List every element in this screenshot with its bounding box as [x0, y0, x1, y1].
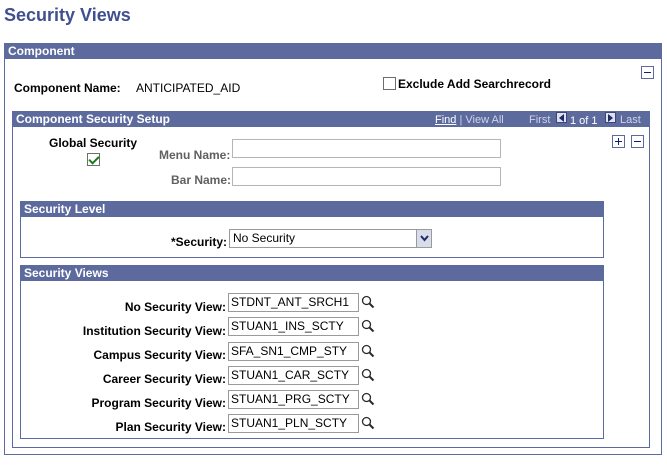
- minus-icon: [634, 141, 641, 142]
- exclude-add-searchrecord-label: Exclude Add Searchrecord: [398, 77, 551, 91]
- security-label: *Security:: [171, 235, 228, 249]
- magnifier-icon[interactable]: [361, 319, 375, 333]
- magnifier-icon[interactable]: [361, 295, 375, 309]
- institution-security-view-input[interactable]: STUAN1_INS_SCTY: [228, 317, 359, 336]
- career-security-view-label: Career Security View:: [102, 372, 226, 386]
- delete-row-button[interactable]: [631, 135, 644, 148]
- component-name-label: Component Name:: [14, 81, 121, 95]
- security-select[interactable]: No Security: [229, 229, 432, 248]
- no-security-view-label: No Security View:: [124, 300, 226, 314]
- bar-name-input[interactable]: [232, 167, 501, 186]
- row-count: 1 of 1: [570, 115, 598, 127]
- first-link[interactable]: First: [529, 114, 550, 126]
- component-security-setup-title: Component Security Setup: [16, 112, 171, 126]
- page-title: Security Views: [4, 5, 131, 25]
- plan-security-view-input[interactable]: STUAN1_PLN_SCTY: [228, 414, 359, 433]
- institution-security-view-label: Institution Security View:: [82, 324, 226, 338]
- program-security-view-label: Program Security View:: [91, 396, 227, 410]
- security-views-header: Security Views: [21, 266, 603, 281]
- last-link[interactable]: Last: [620, 114, 641, 126]
- campus-security-view-label: Campus Security View:: [93, 348, 227, 362]
- global-security-label: Global Security: [49, 136, 138, 150]
- menu-name-input[interactable]: [232, 139, 501, 158]
- nav-separator: |: [459, 114, 463, 126]
- collapse-component-button[interactable]: [641, 66, 654, 79]
- add-row-button[interactable]: [612, 135, 625, 148]
- no-security-view-input[interactable]: STDNT_ANT_SRCH1: [228, 293, 359, 312]
- minus-icon: [644, 72, 651, 73]
- magnifier-icon[interactable]: [361, 344, 375, 358]
- chevron-down-icon[interactable]: [416, 230, 431, 247]
- exclude-add-searchrecord-checkbox[interactable]: [383, 77, 396, 90]
- previous-row-button[interactable]: [556, 112, 567, 123]
- component-name-value: ANTICIPATED_AID: [136, 81, 241, 95]
- left-arrow-icon: [559, 114, 564, 122]
- plan-security-view-label: Plan Security View:: [115, 420, 227, 434]
- magnifier-icon[interactable]: [361, 416, 375, 430]
- security-select-value: No Security: [233, 231, 296, 245]
- program-security-view-input[interactable]: STUAN1_PRG_SCTY: [228, 390, 359, 409]
- find-link[interactable]: Find: [435, 114, 456, 126]
- career-security-view-input[interactable]: STUAN1_CAR_SCTY: [228, 366, 359, 385]
- component-security-setup-header: Component Security Setup: [13, 112, 649, 127]
- setup-navigation: Find | View All: [435, 114, 504, 126]
- view-all-link[interactable]: View All: [465, 114, 503, 126]
- magnifier-icon[interactable]: [361, 392, 375, 406]
- bar-name-label: Bar Name:: [171, 173, 232, 187]
- global-security-checkbox[interactable]: [87, 153, 100, 166]
- component-header: Component: [5, 44, 661, 59]
- right-arrow-icon: [608, 114, 613, 122]
- menu-name-label: Menu Name:: [159, 148, 231, 162]
- magnifier-icon[interactable]: [361, 368, 375, 382]
- campus-security-view-input[interactable]: SFA_SN1_CMP_STY: [228, 342, 359, 361]
- next-row-button[interactable]: [605, 112, 616, 123]
- security-level-header: Security Level: [21, 202, 603, 217]
